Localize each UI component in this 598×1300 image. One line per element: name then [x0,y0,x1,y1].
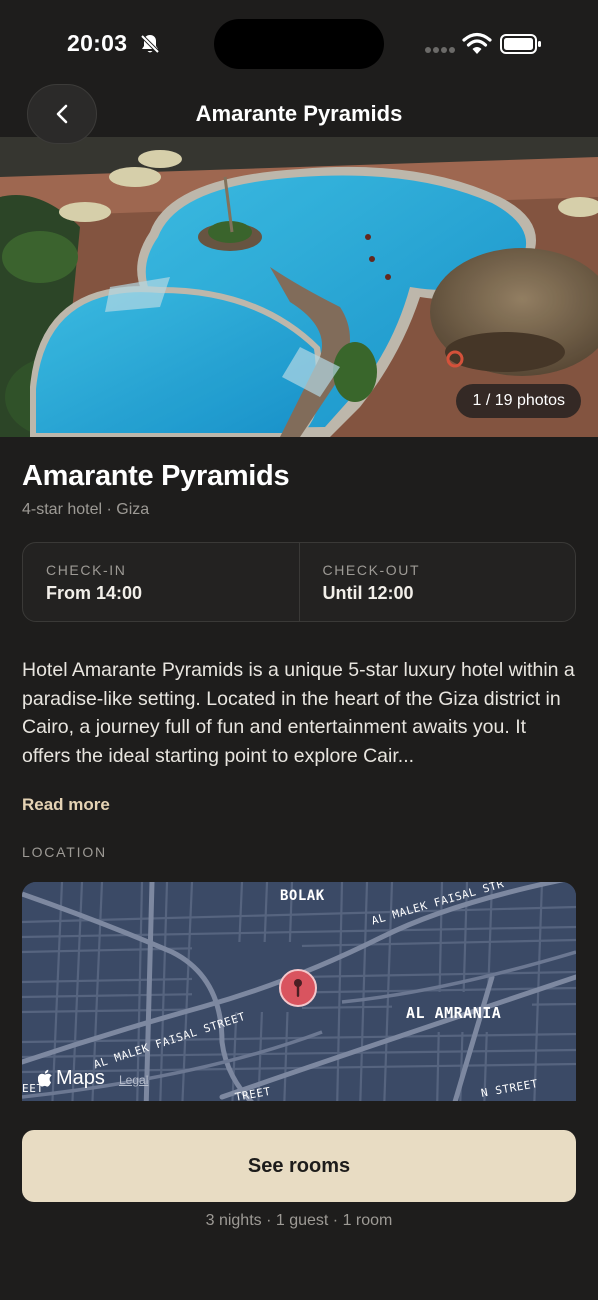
nav-header: Amarante Pyramids [0,84,598,144]
nav-title: Amarante Pyramids [195,101,403,126]
trip-summary: 3 nights · 1 guest · 1 room [205,1212,393,1229]
hotel-subtitle: 4-star hotel · Giza [22,501,150,518]
status-time: 20:03 [67,30,128,56]
hotel-description: Hotel Amarante Pyramids is a unique 5-st… [22,659,575,767]
bottom-panel: See rooms 3 nights · 1 guest · 1 room [0,1101,598,1300]
see-rooms-button[interactable]: See rooms [22,1130,576,1202]
check-out-label: CHECK-OUT [322,562,421,578]
check-in-cell: CHECK-IN From 14:00 [23,543,299,621]
apple-icon [38,1069,52,1087]
battery-icon [500,34,541,54]
photo-count-badge: 1 / 19 photos [456,384,581,418]
signal-icon [425,47,455,53]
maps-brand: Maps [38,1067,105,1090]
location-map[interactable]: BOLAK AL AMRANIA AL MALEK FAISAL STR AL … [22,882,576,1112]
map-legal-link[interactable]: Legal [119,1073,148,1087]
hero-photo[interactable]: 1 / 19 photos [0,137,598,437]
check-times-card: CHECK-IN From 14:00 CHECK-OUT Until 12:0… [22,542,576,622]
status-bar: 20:03 [0,0,598,88]
check-out-cell: CHECK-OUT Until 12:00 [298,543,576,621]
location-section-label: LOCATION [22,844,107,860]
read-more-link[interactable]: Read more [22,795,110,815]
map-label-al-amrania: AL AMRANIA [406,1004,502,1022]
wifi-icon [462,32,492,54]
maps-brand-text: Maps [56,1067,105,1089]
check-out-value: Until 12:00 [322,583,414,603]
map-label-bolak: BOLAK [280,888,325,904]
check-in-value: From 14:00 [46,583,143,603]
dynamic-island [214,19,384,69]
hotel-name: Amarante Pyramids [22,460,290,492]
check-in-label: CHECK-IN [46,562,127,578]
bell-slash-icon [140,34,160,54]
map-pin-icon[interactable] [278,968,318,1008]
